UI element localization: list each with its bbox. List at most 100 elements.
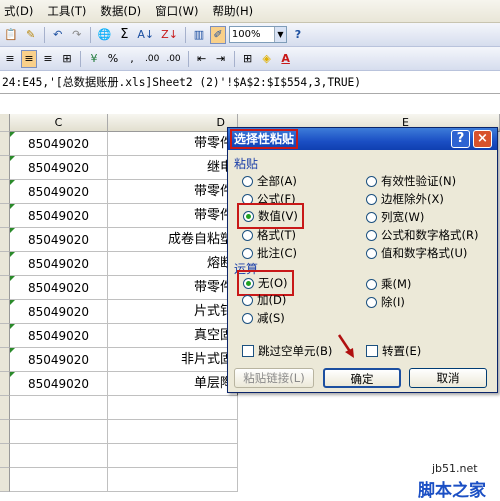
cell-d[interactable]: 带零件 bbox=[108, 132, 238, 156]
radio-multiply[interactable]: 乘(M) bbox=[366, 276, 411, 292]
close-icon[interactable]: × bbox=[473, 130, 492, 148]
cell-c[interactable]: 85049020 bbox=[10, 324, 108, 348]
row-header[interactable] bbox=[0, 300, 10, 324]
radio-divide[interactable]: 除(I) bbox=[366, 294, 405, 310]
redo-icon[interactable]: ↷ bbox=[69, 26, 85, 44]
cell-c[interactable]: 85049020 bbox=[10, 300, 108, 324]
radio-values-number-formats[interactable]: 值和数字格式(U) bbox=[366, 245, 467, 261]
row-header[interactable] bbox=[0, 444, 10, 468]
align-center-icon[interactable]: ≡ bbox=[21, 49, 37, 68]
increase-indent-icon[interactable]: ⇥ bbox=[213, 50, 229, 68]
row-header[interactable] bbox=[0, 372, 10, 396]
column-header-d[interactable]: D bbox=[108, 114, 238, 132]
empty-cell[interactable] bbox=[108, 468, 238, 492]
row-header[interactable] bbox=[0, 228, 10, 252]
fill-color-icon[interactable]: ◈ bbox=[259, 50, 275, 68]
radio-formulas-number-formats[interactable]: 公式和数字格式(R) bbox=[366, 227, 478, 243]
increase-decimal-icon[interactable]: .00 bbox=[143, 50, 161, 68]
decrease-decimal-icon[interactable]: .00 bbox=[164, 50, 182, 68]
sort-descending-icon[interactable]: Z↓ bbox=[159, 26, 180, 44]
select-all-corner[interactable] bbox=[0, 114, 10, 132]
cell-c[interactable]: 85049020 bbox=[10, 228, 108, 252]
paste-icon[interactable]: 📋 bbox=[2, 26, 20, 44]
row-header[interactable] bbox=[0, 324, 10, 348]
cell-d[interactable]: 继电 bbox=[108, 156, 238, 180]
drawing-icon[interactable]: ✐ bbox=[209, 25, 226, 44]
row-header[interactable] bbox=[0, 132, 10, 156]
cell-c[interactable]: 85049020 bbox=[10, 252, 108, 276]
cell-d[interactable]: 熔断 bbox=[108, 252, 238, 276]
skip-blanks-checkbox[interactable]: 跳过空单元(B) bbox=[242, 343, 332, 359]
empty-cell[interactable] bbox=[108, 444, 238, 468]
chevron-down-icon[interactable]: ▼ bbox=[273, 27, 286, 42]
percent-icon[interactable]: % bbox=[105, 50, 121, 68]
cell-c[interactable]: 85049020 bbox=[10, 204, 108, 228]
empty-cell[interactable] bbox=[10, 444, 108, 468]
row-header[interactable] bbox=[0, 156, 10, 180]
cell-d[interactable]: 单层陶 bbox=[108, 372, 238, 396]
row-header[interactable] bbox=[0, 252, 10, 276]
radio-add[interactable]: 加(D) bbox=[242, 292, 286, 308]
menu-data[interactable]: 数据(D) bbox=[96, 3, 151, 19]
cell-d[interactable]: 真空固 bbox=[108, 324, 238, 348]
sort-ascending-icon[interactable]: A↓ bbox=[135, 26, 156, 44]
empty-cell[interactable] bbox=[108, 420, 238, 444]
row-header[interactable] bbox=[0, 396, 10, 420]
radio-column-widths[interactable]: 列宽(W) bbox=[366, 209, 424, 225]
cell-c[interactable]: 85049020 bbox=[10, 132, 108, 156]
menu-help[interactable]: 帮助(H) bbox=[209, 3, 264, 19]
format-painter-icon[interactable]: ✎ bbox=[23, 26, 39, 44]
row-header[interactable] bbox=[0, 348, 10, 372]
help-icon[interactable]: ? bbox=[451, 130, 470, 148]
hyperlink-icon[interactable]: 🌐 bbox=[96, 26, 114, 44]
cell-d[interactable]: 成卷自粘塑 bbox=[108, 228, 238, 252]
empty-cell[interactable] bbox=[10, 468, 108, 492]
transpose-checkbox[interactable]: 转置(E) bbox=[366, 343, 421, 359]
column-header-c[interactable]: C bbox=[10, 114, 108, 132]
menu-window[interactable]: 窗口(W) bbox=[151, 3, 208, 19]
undo-icon[interactable]: ↶ bbox=[50, 26, 66, 44]
zoom-select[interactable]: 100% ▼ bbox=[228, 26, 287, 43]
radio-comments[interactable]: 批注(C) bbox=[242, 245, 297, 261]
help-icon[interactable]: ? bbox=[290, 26, 306, 44]
menu-format[interactable]: 式(D) bbox=[0, 3, 43, 19]
empty-cell[interactable] bbox=[10, 420, 108, 444]
currency-icon[interactable]: ¥ bbox=[86, 50, 102, 68]
cancel-button[interactable]: 取消 bbox=[409, 368, 487, 388]
row-header[interactable] bbox=[0, 468, 10, 492]
menu-tools[interactable]: 工具(T) bbox=[43, 3, 96, 19]
radio-all-except-borders[interactable]: 边框除外(X) bbox=[366, 191, 444, 207]
ok-button[interactable]: 确定 bbox=[323, 368, 401, 388]
font-color-icon[interactable]: A bbox=[278, 50, 294, 68]
empty-cell[interactable] bbox=[10, 396, 108, 420]
empty-cell[interactable] bbox=[108, 396, 238, 420]
cell-c[interactable]: 85049020 bbox=[10, 180, 108, 204]
row-header[interactable] bbox=[0, 204, 10, 228]
radio-formats[interactable]: 格式(T) bbox=[242, 227, 296, 243]
align-right-icon[interactable]: ≡ bbox=[40, 50, 56, 68]
borders-icon[interactable]: ⊞ bbox=[240, 50, 256, 68]
cell-d[interactable]: 带零件 bbox=[108, 276, 238, 300]
row-header[interactable] bbox=[0, 276, 10, 300]
radio-values[interactable]: 数值(V) bbox=[237, 203, 304, 229]
merge-center-icon[interactable]: ⊞ bbox=[59, 50, 75, 68]
align-left-icon[interactable]: ≡ bbox=[2, 50, 18, 68]
decrease-indent-icon[interactable]: ⇤ bbox=[194, 50, 210, 68]
paste-link-button[interactable]: 粘贴链接(L) bbox=[234, 368, 314, 388]
cell-c[interactable]: 85049020 bbox=[10, 372, 108, 396]
chart-wizard-icon[interactable]: ▥ bbox=[191, 26, 207, 44]
cell-c[interactable]: 85049020 bbox=[10, 156, 108, 180]
cell-c[interactable]: 85049020 bbox=[10, 276, 108, 300]
autosum-icon[interactable]: Σ bbox=[116, 26, 132, 44]
radio-all[interactable]: 全部(A) bbox=[242, 173, 297, 189]
comma-icon[interactable]: , bbox=[124, 50, 140, 68]
row-header[interactable] bbox=[0, 420, 10, 444]
formula-bar[interactable]: 24:E45,'[总数据账册.xls]Sheet2 (2)'!$A$2:$I$5… bbox=[0, 71, 500, 94]
cell-d[interactable]: 片式钅 bbox=[108, 300, 238, 324]
row-header[interactable] bbox=[0, 180, 10, 204]
cell-d[interactable]: 带零件 bbox=[108, 180, 238, 204]
cell-d[interactable]: 非片式固 bbox=[108, 348, 238, 372]
cell-c[interactable]: 85049020 bbox=[10, 348, 108, 372]
cell-d[interactable]: 带零件 bbox=[108, 204, 238, 228]
radio-subtract[interactable]: 减(S) bbox=[242, 310, 285, 326]
